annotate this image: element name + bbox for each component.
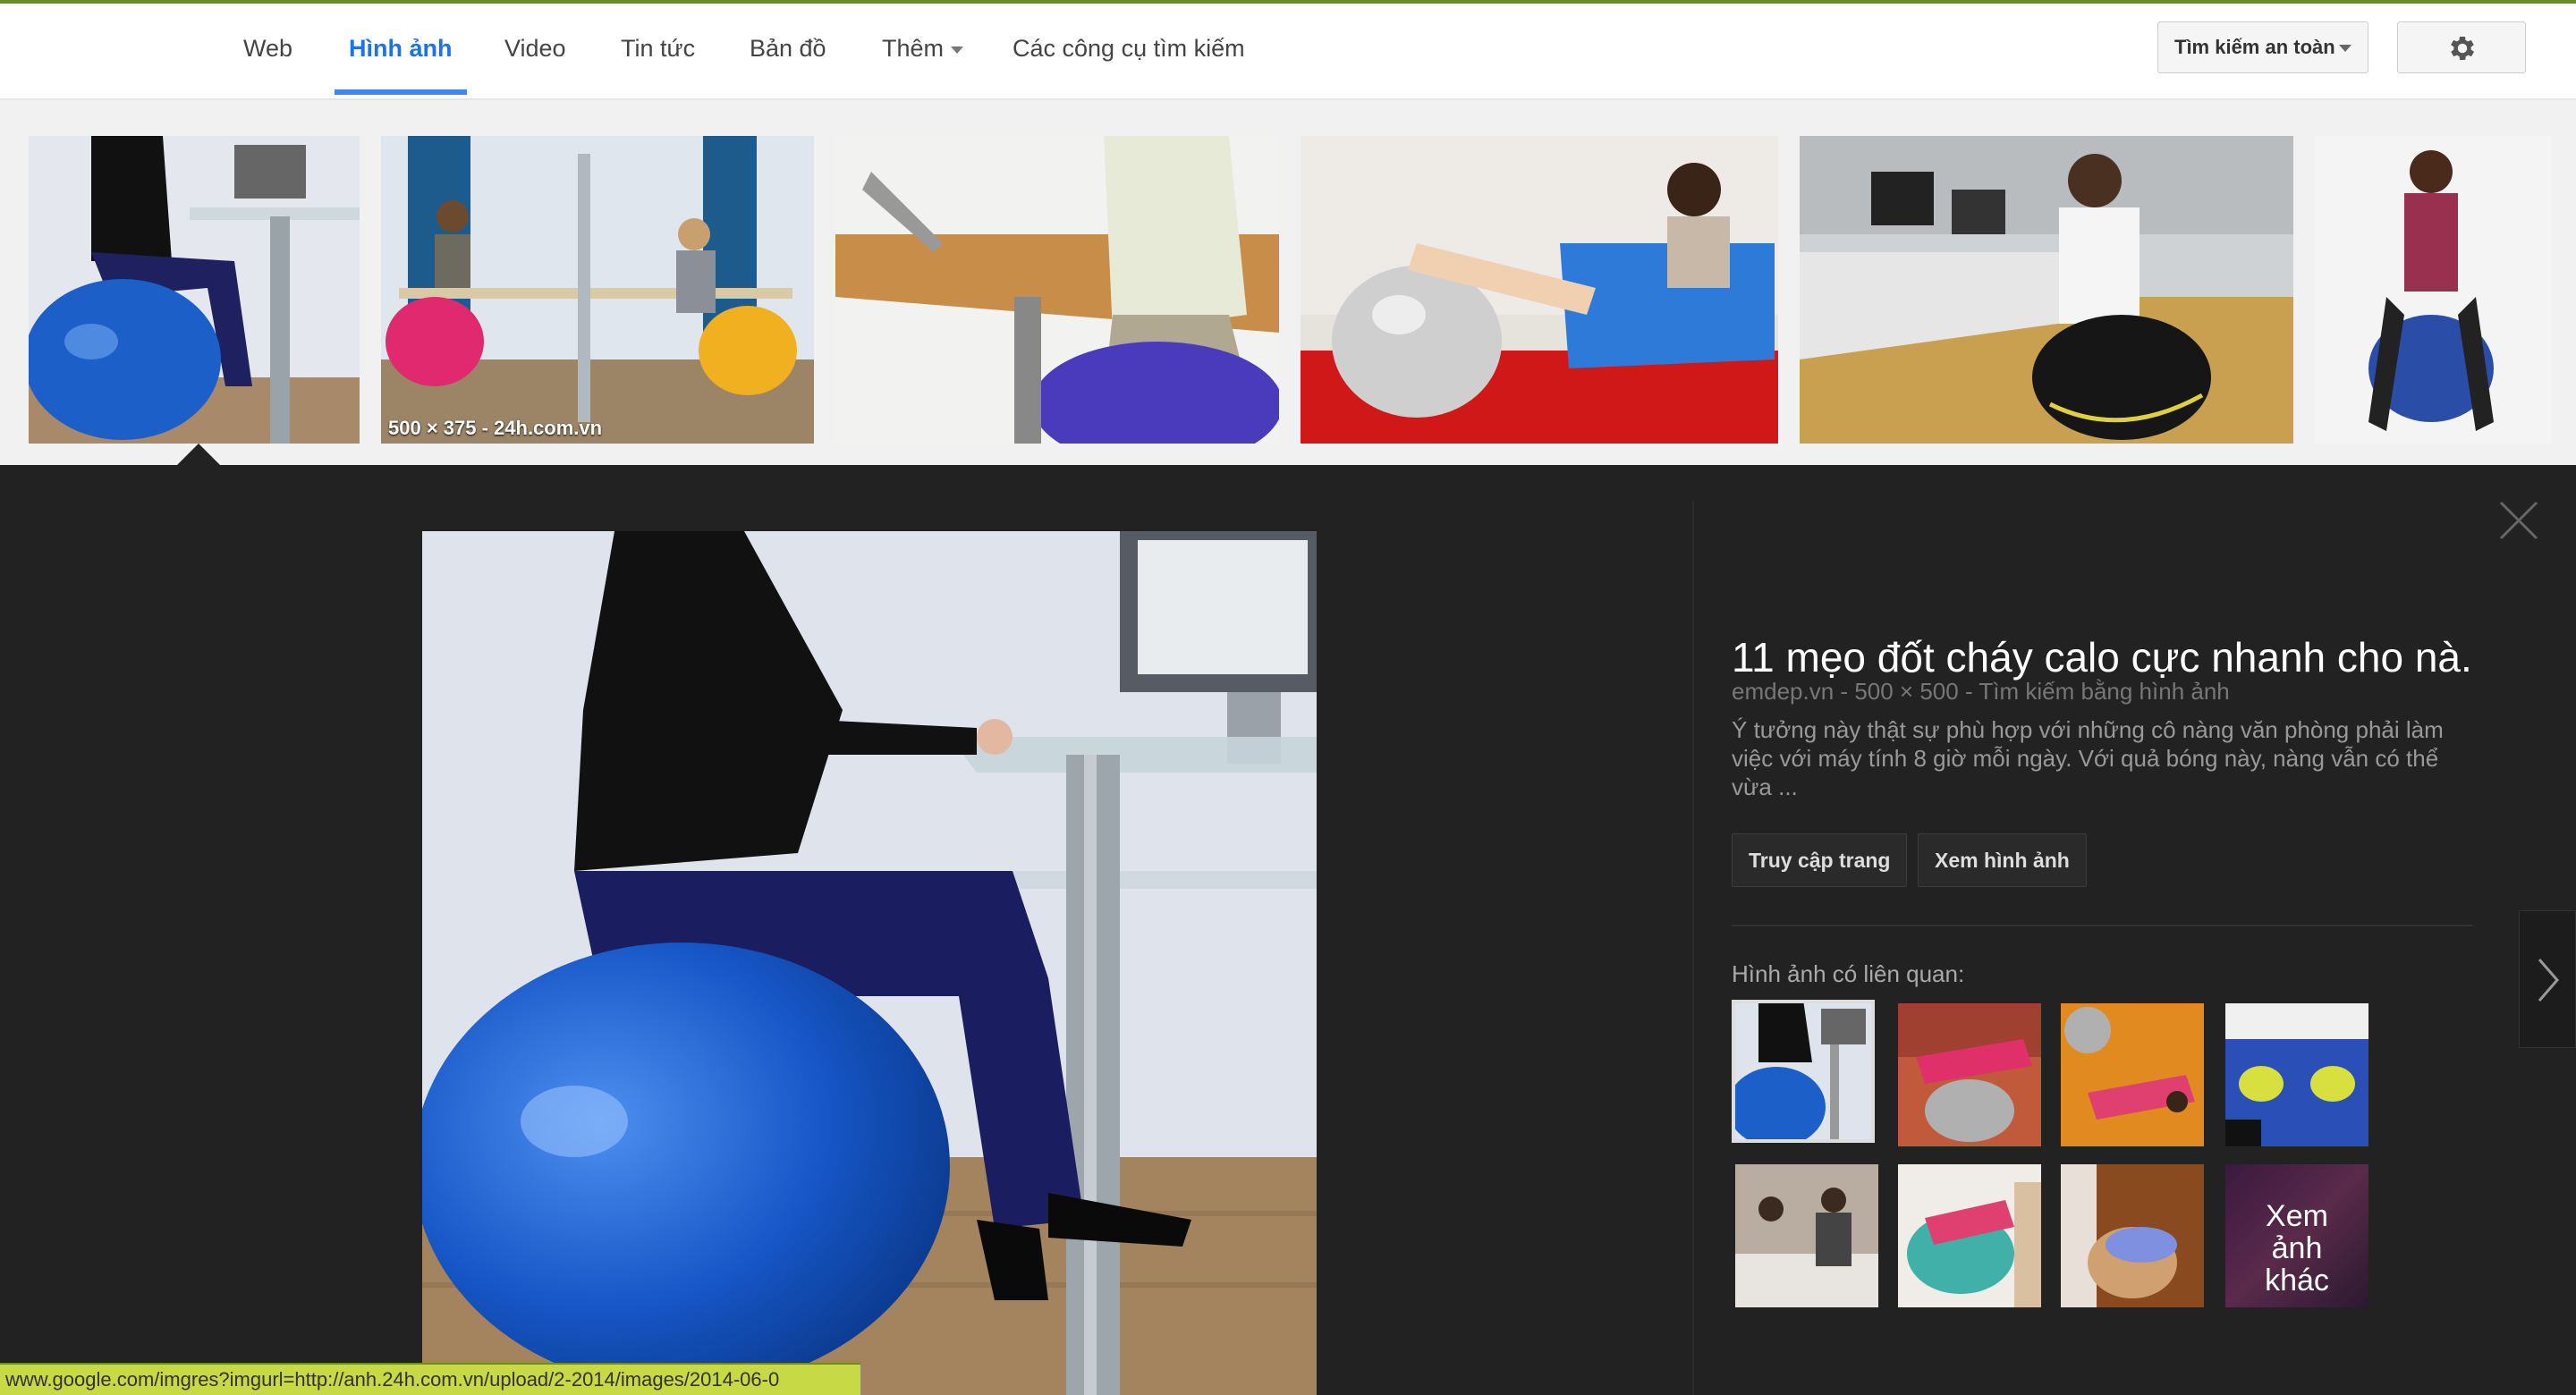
thumbnail-image: [1301, 136, 1778, 444]
visit-page-button[interactable]: Truy cập trang: [1732, 833, 1908, 887]
more-images-label: Xem ảnh khác: [2225, 1200, 2368, 1297]
settings-button[interactable]: [2397, 21, 2526, 73]
view-image-button[interactable]: Xem hình ảnh: [1918, 833, 2087, 887]
tab-images[interactable]: Hình ảnh: [335, 30, 467, 95]
tab-search-tools-label: Các công cụ tìm kiếm: [1013, 35, 1245, 62]
image-title-link[interactable]: 11 mẹo đốt cháy calo cực nhanh cho nà...: [1732, 633, 2474, 681]
image-result-1[interactable]: [29, 136, 360, 444]
more-images-label-line-2: ảnh: [2271, 1231, 2323, 1265]
search-nav-bar: Web Hình ảnh Video Tin tức Bản đồ Thêm C…: [0, 4, 2576, 100]
status-url-text: www.google.com/imgres?imgurl=http://anh.…: [5, 1368, 780, 1391]
tab-news[interactable]: Tin tức: [606, 30, 709, 95]
related-image-4[interactable]: [2225, 1003, 2368, 1146]
tab-search-tools[interactable]: Các công cụ tìm kiếm: [998, 30, 1259, 95]
divider: [1732, 925, 2472, 926]
more-images-label-line-1: Xem: [2266, 1199, 2328, 1233]
chevron-down-icon: [951, 46, 964, 54]
related-images-label: Hình ảnh có liên quan:: [1732, 960, 1965, 987]
tab-web-label: Web: [243, 35, 293, 62]
related-image-1[interactable]: [1732, 1000, 1875, 1143]
chevron-right-icon: [2538, 959, 2559, 1002]
tab-video-label: Video: [504, 35, 566, 62]
image-meta: emdep.vn - 500 × 500 - Tìm kiếm bằng hìn…: [1732, 678, 2230, 706]
related-thumbnail: [2061, 1164, 2204, 1307]
tab-maps-label: Bản đồ: [750, 35, 826, 62]
thumbnail-image: [381, 136, 814, 444]
panel-divider: [1692, 501, 1694, 1395]
search-by-image-link[interactable]: Tìm kiếm bằng hình ảnh: [1979, 678, 2229, 705]
preview-image[interactable]: [422, 531, 1317, 1395]
preview-image-graphic: [422, 531, 1317, 1395]
related-image-6[interactable]: [1898, 1164, 2041, 1307]
more-images-label-line-3: khác: [2265, 1264, 2329, 1298]
meta-separator: -: [1840, 678, 1849, 705]
meta-separator: -: [1964, 678, 1973, 705]
image-result-2[interactable]: 500 × 375 - 24h.com.vn: [381, 136, 814, 444]
thumbnail-caption: 500 × 375 - 24h.com.vn: [388, 417, 603, 439]
related-thumbnail: [1898, 1003, 2041, 1146]
image-results-strip: 500 × 375 - 24h.com.vn: [0, 100, 2576, 465]
image-preview-panel: 11 mẹo đốt cháy calo cực nhanh cho nà...…: [0, 465, 2576, 1395]
related-thumbnail: [2225, 1003, 2368, 1146]
related-thumbnail: [1735, 1164, 1878, 1307]
close-icon: [2499, 501, 2538, 540]
tab-video[interactable]: Video: [490, 30, 580, 95]
more-related-images-button[interactable]: Xem ảnh khác: [2225, 1164, 2368, 1307]
gear-icon: [2451, 36, 2475, 61]
related-image-7[interactable]: [2061, 1164, 2204, 1307]
tab-maps[interactable]: Bản đồ: [735, 30, 841, 95]
thumbnail-image: [2315, 136, 2551, 444]
image-description: Ý tưởng này thật sự phù hợp với những cô…: [1732, 716, 2444, 800]
chevron-down-icon: [2339, 45, 2351, 52]
tab-images-label: Hình ảnh: [349, 35, 453, 62]
selected-result-pointer: [177, 444, 220, 465]
related-thumbnail: [1898, 1164, 2041, 1307]
related-image-3[interactable]: [2061, 1003, 2204, 1146]
tab-more-label: Thêm: [882, 35, 945, 62]
related-image-2[interactable]: [1898, 1003, 2041, 1146]
image-result-3[interactable]: [835, 136, 1279, 444]
image-result-5[interactable]: [1800, 136, 2293, 444]
related-thumbnail: [1732, 1000, 1875, 1143]
thumbnail-image: [1800, 136, 2293, 444]
image-result-6[interactable]: [2315, 136, 2551, 444]
tab-web[interactable]: Web: [229, 30, 307, 95]
status-bar-url: www.google.com/imgres?imgurl=http://anh.…: [0, 1363, 860, 1395]
close-preview-button[interactable]: [2497, 499, 2540, 542]
tab-more[interactable]: Thêm: [868, 30, 978, 95]
related-image-5[interactable]: [1735, 1164, 1878, 1307]
next-image-button[interactable]: [2519, 910, 2576, 1048]
image-result-4[interactable]: [1301, 136, 1778, 444]
safe-search-button[interactable]: Tìm kiếm an toàn: [2157, 21, 2368, 73]
image-dimensions: 500 × 500: [1854, 678, 1959, 705]
thumbnail-image: [29, 136, 360, 444]
tab-news-label: Tin tức: [621, 35, 696, 62]
safe-search-label: Tìm kiếm an toàn: [2174, 36, 2335, 58]
thumbnail-image: [835, 136, 1279, 444]
image-source: emdep.vn: [1732, 678, 1835, 705]
related-thumbnail: [2061, 1003, 2204, 1146]
